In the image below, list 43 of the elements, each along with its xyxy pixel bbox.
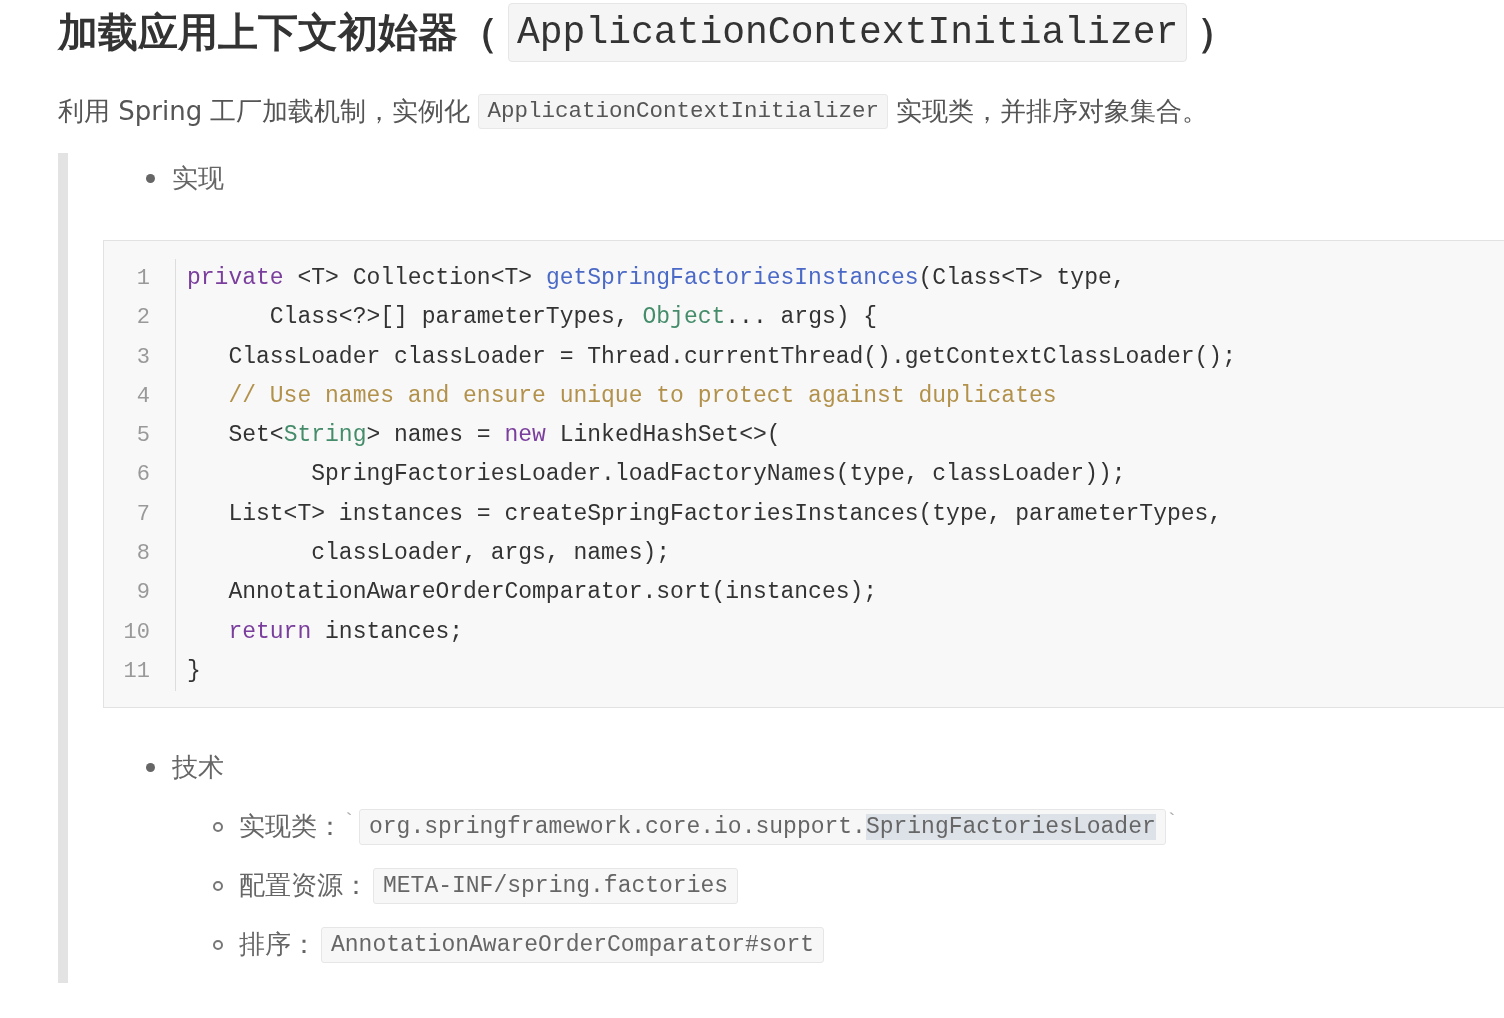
code-line: // Use names and ensure unique to protect against duplicates bbox=[227, 381, 1058, 411]
backtick-text: ` bbox=[343, 809, 355, 836]
line-number: 4 bbox=[135, 382, 150, 411]
line-number: 10 bbox=[122, 618, 150, 647]
line-number: 3 bbox=[135, 343, 150, 372]
code-line: SpringFactoriesLoader.loadFactoryNames(type, classLoader)); bbox=[310, 460, 1127, 490]
list-item-text: 实现类： bbox=[239, 810, 343, 844]
heading-text: 加载应用上下文初始器（ bbox=[58, 8, 498, 57]
heading-text: ） bbox=[1197, 8, 1238, 57]
code-line: Set<String> names = new LinkedHashSet<>( bbox=[227, 421, 782, 451]
backtick-text: ` bbox=[1165, 809, 1178, 836]
inline-code: ApplicationContextInitializer bbox=[508, 2, 1188, 62]
bullet-icon bbox=[146, 763, 155, 773]
code-line: private <T> Collection<T> getSpringFactoriesInstances(Class<T> type, bbox=[187, 264, 1127, 293]
bullet-icon bbox=[146, 174, 155, 183]
list-item-text: 实现 bbox=[172, 162, 224, 195]
bullet-icon bbox=[213, 821, 223, 832]
inline-code: org.springframework.core.io.support.SpringFactoriesLoader bbox=[359, 808, 1166, 845]
code-line: List<T> instances = createSpringFactoriesInstances(type, parameterTypes, bbox=[227, 499, 1224, 529]
list-item-text: 配置资源： bbox=[239, 869, 369, 903]
intro-text: 利用 Spring 工厂加载机制，实例化 bbox=[58, 95, 471, 128]
bullet-icon bbox=[213, 939, 223, 950]
list-item-text: 技术 bbox=[172, 751, 224, 785]
line-number: 5 bbox=[135, 422, 150, 451]
code-line: classLoader, args, names); bbox=[310, 539, 672, 569]
list-item-text: 排序： bbox=[239, 928, 317, 962]
line-number: 8 bbox=[135, 540, 150, 569]
inline-code: AnnotationAwareOrderComparator#sort bbox=[321, 926, 825, 963]
code-line: } bbox=[187, 656, 202, 686]
line-number: 9 bbox=[135, 579, 150, 608]
inline-code: META-INF/spring.factories bbox=[373, 867, 739, 904]
line-number: 11 bbox=[122, 657, 150, 686]
line-number: 2 bbox=[135, 304, 150, 333]
code-line: AnnotationAwareOrderComparator.sort(instances); bbox=[227, 578, 879, 608]
line-number: 6 bbox=[135, 461, 150, 490]
code-line: Class<?>[] parameterTypes, Object... args) { bbox=[268, 303, 879, 333]
code-line: return instances; bbox=[227, 617, 465, 647]
inline-code: ApplicationContextInitializer bbox=[478, 93, 888, 130]
line-number: 7 bbox=[135, 500, 150, 529]
code-line: ClassLoader classLoader = Thread.currentThread().getContextClassLoader(); bbox=[227, 342, 1236, 372]
line-number: 1 bbox=[135, 265, 150, 293]
intro-text: 实现类，并排序对象集合。 bbox=[896, 95, 1208, 128]
bullet-icon bbox=[213, 880, 223, 891]
